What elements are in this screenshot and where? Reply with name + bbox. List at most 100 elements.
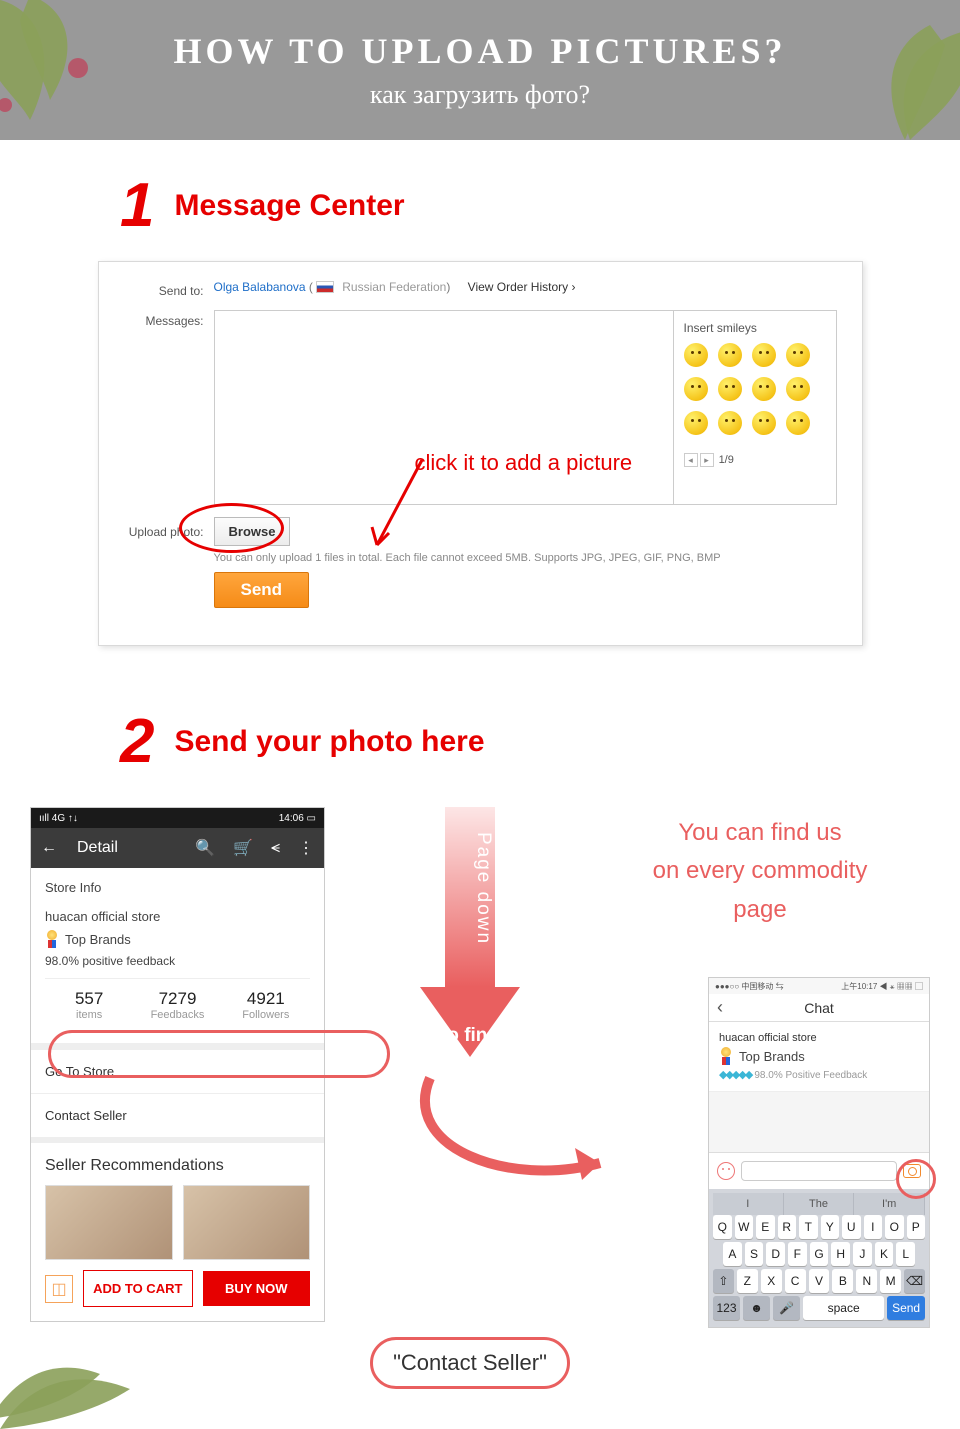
key-S[interactable]: S [745,1242,764,1266]
highlight-circle-camera [896,1159,936,1199]
smiley-icon[interactable] [752,377,776,401]
key-X[interactable]: X [761,1269,782,1293]
messages-label: Messages: [119,310,214,505]
key-V[interactable]: V [809,1269,830,1293]
pager-prev[interactable]: ◂ [684,453,698,467]
key-B[interactable]: B [832,1269,853,1293]
recipient-name[interactable]: Olga Balabanova [214,280,306,294]
chat-messages-area [709,1092,929,1152]
key-123[interactable]: 123 [713,1296,740,1320]
phone-chat-mockup: ●●●○○ 中国移动 ⇆上午10:17 ◀ ⚹ ▦▦ ▢ ‹Chat huaca… [708,977,930,1389]
smileys-panel: Insert smileys ◂▸ 1/9 [674,310,837,505]
banner: HOW TO UPLOAD PICTURES? как загрузить фо… [0,0,960,140]
step1-title: Message Center [174,189,404,223]
key-N[interactable]: N [856,1269,877,1293]
key-O[interactable]: O [885,1215,904,1239]
key-W[interactable]: W [735,1215,754,1239]
upload-label: Upload photo: [119,517,214,608]
key-space[interactable]: space [803,1296,884,1320]
rec-product-thumb[interactable] [45,1185,173,1260]
key-D[interactable]: D [766,1242,785,1266]
store-info-label: Store Info [45,880,310,895]
sendto-value: Olga Balabanova ( Russian Federation) Vi… [214,280,576,298]
key-P[interactable]: P [907,1215,926,1239]
key-Q[interactable]: Q [713,1215,732,1239]
key-E[interactable]: E [756,1215,775,1239]
smiley-icon[interactable] [752,411,776,435]
more-icon[interactable]: ⋮ [298,838,314,858]
stat-items[interactable]: 557items [45,979,133,1031]
smiley-icon[interactable] [718,411,742,435]
key-mic[interactable]: 🎤 [773,1296,800,1320]
find-us-text: You can find uson every commodity page [630,814,890,929]
smiley-icon[interactable] [684,343,708,367]
medal-icon [719,1047,733,1065]
stat-feedbacks[interactable]: 7279Feedbacks [133,979,221,1031]
key-A[interactable]: A [723,1242,742,1266]
key-G[interactable]: G [810,1242,829,1266]
diamonds-icon: ◆◆◆◆◆ [719,1069,751,1081]
key-⇧[interactable]: ⇧ [713,1269,734,1293]
smiley-icon[interactable] [786,343,810,367]
rec-product-thumb[interactable] [183,1185,311,1260]
key-Z[interactable]: Z [737,1269,758,1293]
annotation-click-to-add: click it to add a picture [415,450,633,476]
sendto-label: Send to: [119,280,214,298]
middle-guide: Page down to find "Contact Seller" [355,807,585,1389]
smiley-icon[interactable] [684,377,708,401]
key-T[interactable]: T [799,1215,818,1239]
step2-title: Send your photo here [174,725,484,759]
suggestion[interactable]: I [713,1193,784,1215]
stat-followers[interactable]: 4921Followers [222,979,310,1031]
smiley-icon[interactable] [752,343,776,367]
banner-subtitle: как загрузить фото? [0,80,960,110]
smiley-icon[interactable] [786,377,810,401]
key-J[interactable]: J [853,1242,872,1266]
key-Y[interactable]: Y [821,1215,840,1239]
floral-bottom-left-icon [0,1309,140,1429]
step2-header: 2 Send your photo here [120,706,960,777]
smiley-icon[interactable] [718,377,742,401]
send-button[interactable]: Send [214,572,310,608]
back-icon[interactable]: ‹ [717,997,723,1018]
key-U[interactable]: U [842,1215,861,1239]
store-name: huacan official store [45,909,310,924]
store-icon[interactable]: ◫ [45,1275,73,1303]
pager-next[interactable]: ▸ [700,453,714,467]
key-M[interactable]: M [880,1269,901,1293]
key-I[interactable]: I [864,1215,883,1239]
key-send[interactable]: Send [887,1296,925,1320]
share-icon[interactable]: ⪪ [271,839,280,857]
back-icon[interactable]: ← [41,839,57,857]
key-R[interactable]: R [778,1215,797,1239]
chat-input-field[interactable] [741,1161,897,1181]
recommendations-title: Seller Recommendations [45,1157,310,1175]
smiley-icon[interactable] [718,343,742,367]
suggestion[interactable]: The [784,1193,855,1215]
smiley-icon[interactable] [786,411,810,435]
emoji-icon[interactable] [717,1162,735,1180]
appbar-title: Detail [77,839,177,857]
contact-seller-link[interactable]: Contact Seller [31,1093,324,1137]
key-K[interactable]: K [875,1242,894,1266]
page-down-label: Page down [444,832,494,945]
step1-header: 1 Message Center [120,170,960,241]
cart-icon[interactable]: 🛒 [233,838,253,858]
phone-appbar: ← Detail 🔍 🛒 ⪪ ⋮ [31,828,324,868]
smiley-icon[interactable] [684,411,708,435]
goto-store-link[interactable]: Go To Store [31,1049,324,1093]
buy-now-button[interactable]: BUY NOW [203,1271,311,1306]
key-L[interactable]: L [896,1242,915,1266]
key-F[interactable]: F [788,1242,807,1266]
search-icon[interactable]: 🔍 [195,838,215,858]
medal-icon [45,930,59,948]
contact-seller-pill: "Contact Seller" [370,1337,570,1389]
key-H[interactable]: H [831,1242,850,1266]
browse-button[interactable]: Browse [214,517,291,546]
add-to-cart-button[interactable]: ADD TO CART [83,1270,193,1307]
key-⌫[interactable]: ⌫ [904,1269,925,1293]
key-C[interactable]: C [785,1269,806,1293]
key-emoji[interactable]: ☻ [743,1296,770,1320]
message-center-panel: Send to: Olga Balabanova ( Russian Feder… [98,261,863,646]
view-order-history-link[interactable]: View Order History › [468,280,576,294]
